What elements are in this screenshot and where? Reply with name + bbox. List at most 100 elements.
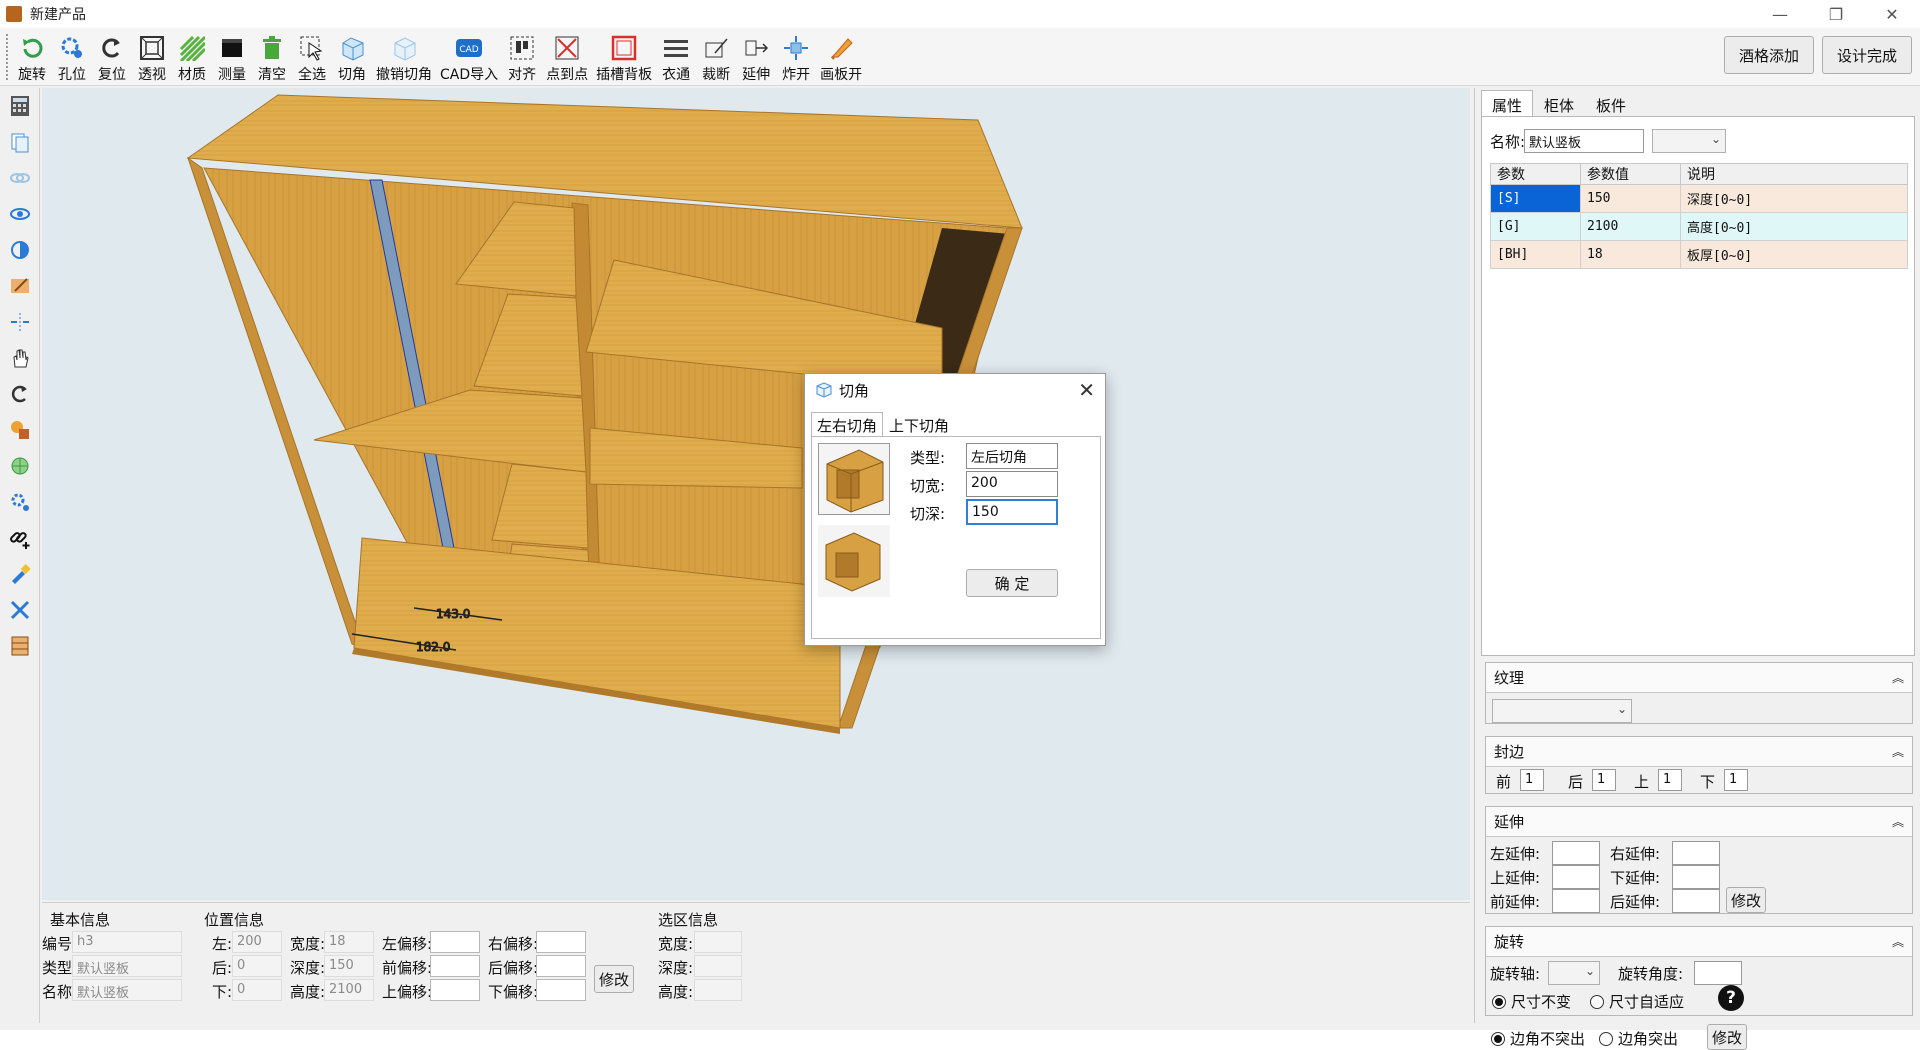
link-icon[interactable] xyxy=(0,160,40,196)
grid-cell-value[interactable]: 18 xyxy=(1580,240,1681,269)
name-input[interactable]: 默认竖板 xyxy=(1524,129,1644,153)
tool-rotate[interactable]: 旋转 xyxy=(12,30,52,84)
down-pos-field[interactable]: 0 xyxy=(232,979,282,1001)
grid-cell-param[interactable]: [S] xyxy=(1490,184,1581,213)
grid-cell-value[interactable]: 2100 xyxy=(1580,212,1681,241)
tab-up-down-cut[interactable]: 上下切角 xyxy=(883,412,955,436)
close-button[interactable]: ✕ xyxy=(1864,0,1920,28)
collapse-icon[interactable]: ︽ xyxy=(1892,813,1904,830)
tool-cut-corner[interactable]: 切角 xyxy=(332,30,372,84)
design-complete-button[interactable]: 设计完成 xyxy=(1821,36,1912,74)
hand-icon[interactable] xyxy=(0,340,40,376)
tool-cad-import[interactable]: CAD CAD导入 xyxy=(436,30,502,84)
tool-measure[interactable]: 测量 xyxy=(212,30,252,84)
left-offset-field[interactable] xyxy=(430,931,480,953)
toolbar-grip[interactable] xyxy=(6,34,10,80)
collapse-icon[interactable]: ︽ xyxy=(1892,669,1904,686)
height-field[interactable]: 2100 xyxy=(324,979,374,1001)
radio-keep-size[interactable]: 尺寸不变 xyxy=(1492,991,1571,1012)
dialog-ok-button[interactable]: 确 定 xyxy=(966,569,1058,597)
copy-icon[interactable] xyxy=(0,124,40,160)
rotate-modify-button[interactable]: 修改 xyxy=(1707,1024,1747,1050)
reset-view-icon[interactable] xyxy=(0,376,40,412)
edge-back-input[interactable]: 1 xyxy=(1592,769,1616,791)
name-dropdown[interactable]: ⌄ xyxy=(1652,129,1726,153)
extend-up-input[interactable] xyxy=(1552,865,1600,889)
table-row[interactable]: [S] 150 深度[0~0] xyxy=(1490,184,1908,213)
radio-corner[interactable]: 边角突出 xyxy=(1599,1028,1678,1049)
edge-down-input[interactable]: 1 xyxy=(1724,769,1748,791)
dialog-title-bar[interactable]: 切角 ✕ xyxy=(805,374,1105,406)
grid-cell-value[interactable]: 150 xyxy=(1580,184,1681,213)
name-field[interactable]: 默认竖板 xyxy=(72,979,182,1001)
edge-up-input[interactable]: 1 xyxy=(1658,769,1682,791)
down-offset-field[interactable] xyxy=(536,979,586,1001)
edge-front-input[interactable]: 1 xyxy=(1520,769,1544,791)
position-modify-button[interactable]: 修改 xyxy=(594,965,634,993)
up-offset-field[interactable] xyxy=(430,979,480,1001)
collapse-icon[interactable]: ︽ xyxy=(1892,933,1904,950)
tab-properties[interactable]: 属性 xyxy=(1481,90,1534,116)
tool-draw-board[interactable]: 画板开 xyxy=(816,30,866,84)
depth-field[interactable]: 150 xyxy=(324,955,374,977)
tool-extend[interactable]: 延伸 xyxy=(736,30,776,84)
extend-down-input[interactable] xyxy=(1672,865,1720,889)
right-offset-field[interactable] xyxy=(536,931,586,953)
rotate-axis-dropdown[interactable]: ⌄ xyxy=(1548,961,1600,985)
tool-align[interactable]: 对齐 xyxy=(502,30,542,84)
settings-icon[interactable] xyxy=(0,484,40,520)
shapes-icon[interactable] xyxy=(0,412,40,448)
3d-viewport[interactable]: 143.0 182.0 xyxy=(42,88,1470,900)
tool-clothes-rail[interactable]: 衣通 xyxy=(656,30,696,84)
tab-left-right-cut[interactable]: 左右切角 xyxy=(811,412,884,436)
collapse-icon[interactable]: ︽ xyxy=(1892,743,1904,760)
width-field[interactable]: 18 xyxy=(324,931,374,953)
tool-material[interactable]: 材质 xyxy=(172,30,212,84)
tool-clear[interactable]: 清空 xyxy=(252,30,292,84)
cut-depth-field[interactable]: 150 xyxy=(966,499,1058,525)
extend-front-input[interactable] xyxy=(1552,889,1600,913)
edit-board-icon[interactable] xyxy=(0,268,40,304)
back-offset-field[interactable] xyxy=(536,955,586,977)
front-offset-field[interactable] xyxy=(430,955,480,977)
tool-perspective[interactable]: 透视 xyxy=(132,30,172,84)
sel-depth-field[interactable] xyxy=(694,955,742,977)
globe-icon[interactable] xyxy=(0,448,40,484)
tool-reset[interactable]: 复位 xyxy=(92,30,132,84)
extend-modify-button[interactable]: 修改 xyxy=(1726,887,1766,913)
tool-cut-off[interactable]: 裁断 xyxy=(696,30,736,84)
tool-hole[interactable]: 孔位 xyxy=(52,30,92,84)
grid-cell-param[interactable]: [BH] xyxy=(1490,240,1581,269)
radio-no-corner[interactable]: 边角不突出 xyxy=(1491,1028,1585,1049)
grid-cell-param[interactable]: [G] xyxy=(1490,212,1581,241)
extend-left-input[interactable] xyxy=(1552,841,1600,865)
minimize-button[interactable]: — xyxy=(1752,0,1808,28)
cut-preview-1[interactable] xyxy=(818,443,890,515)
calculator-icon[interactable] xyxy=(0,88,40,124)
tab-board[interactable]: 板件 xyxy=(1585,90,1637,116)
tool-select-all[interactable]: 全选 xyxy=(292,30,332,84)
close-icon[interactable]: ✕ xyxy=(1078,378,1095,402)
tool-undo-cut-corner[interactable]: 撤销切角 xyxy=(372,30,436,84)
left-pos-field[interactable]: 200 xyxy=(232,931,282,953)
tab-cabinet[interactable]: 柜体 xyxy=(1533,90,1585,116)
rotate-angle-input[interactable] xyxy=(1694,961,1742,985)
sel-width-field[interactable] xyxy=(694,931,742,953)
radio-auto-size[interactable]: 尺寸自适应 xyxy=(1590,991,1684,1012)
texture-dropdown[interactable]: ⌄ xyxy=(1492,699,1632,723)
tool-point-to-point[interactable]: 点到点 xyxy=(542,30,592,84)
contrast-icon[interactable] xyxy=(0,232,40,268)
brush-icon[interactable] xyxy=(0,556,40,592)
extend-right-input[interactable] xyxy=(1672,841,1720,865)
cut-width-field[interactable]: 200 xyxy=(966,471,1058,497)
cabinet-model[interactable]: 143.0 182.0 xyxy=(42,88,1470,900)
extend-back-input[interactable] xyxy=(1672,889,1720,913)
tool-explode[interactable]: 炸开 xyxy=(776,30,816,84)
chain-add-icon[interactable] xyxy=(0,520,40,556)
tool-slot-backboard[interactable]: 插槽背板 xyxy=(592,30,656,84)
table-row[interactable]: [BH] 18 板厚[0~0] xyxy=(1490,240,1908,269)
sel-height-field[interactable] xyxy=(694,979,742,1001)
maximize-button[interactable]: ❐ xyxy=(1808,0,1864,28)
cut-preview-2[interactable] xyxy=(818,525,890,597)
type-field[interactable]: 默认竖板 xyxy=(72,955,182,977)
